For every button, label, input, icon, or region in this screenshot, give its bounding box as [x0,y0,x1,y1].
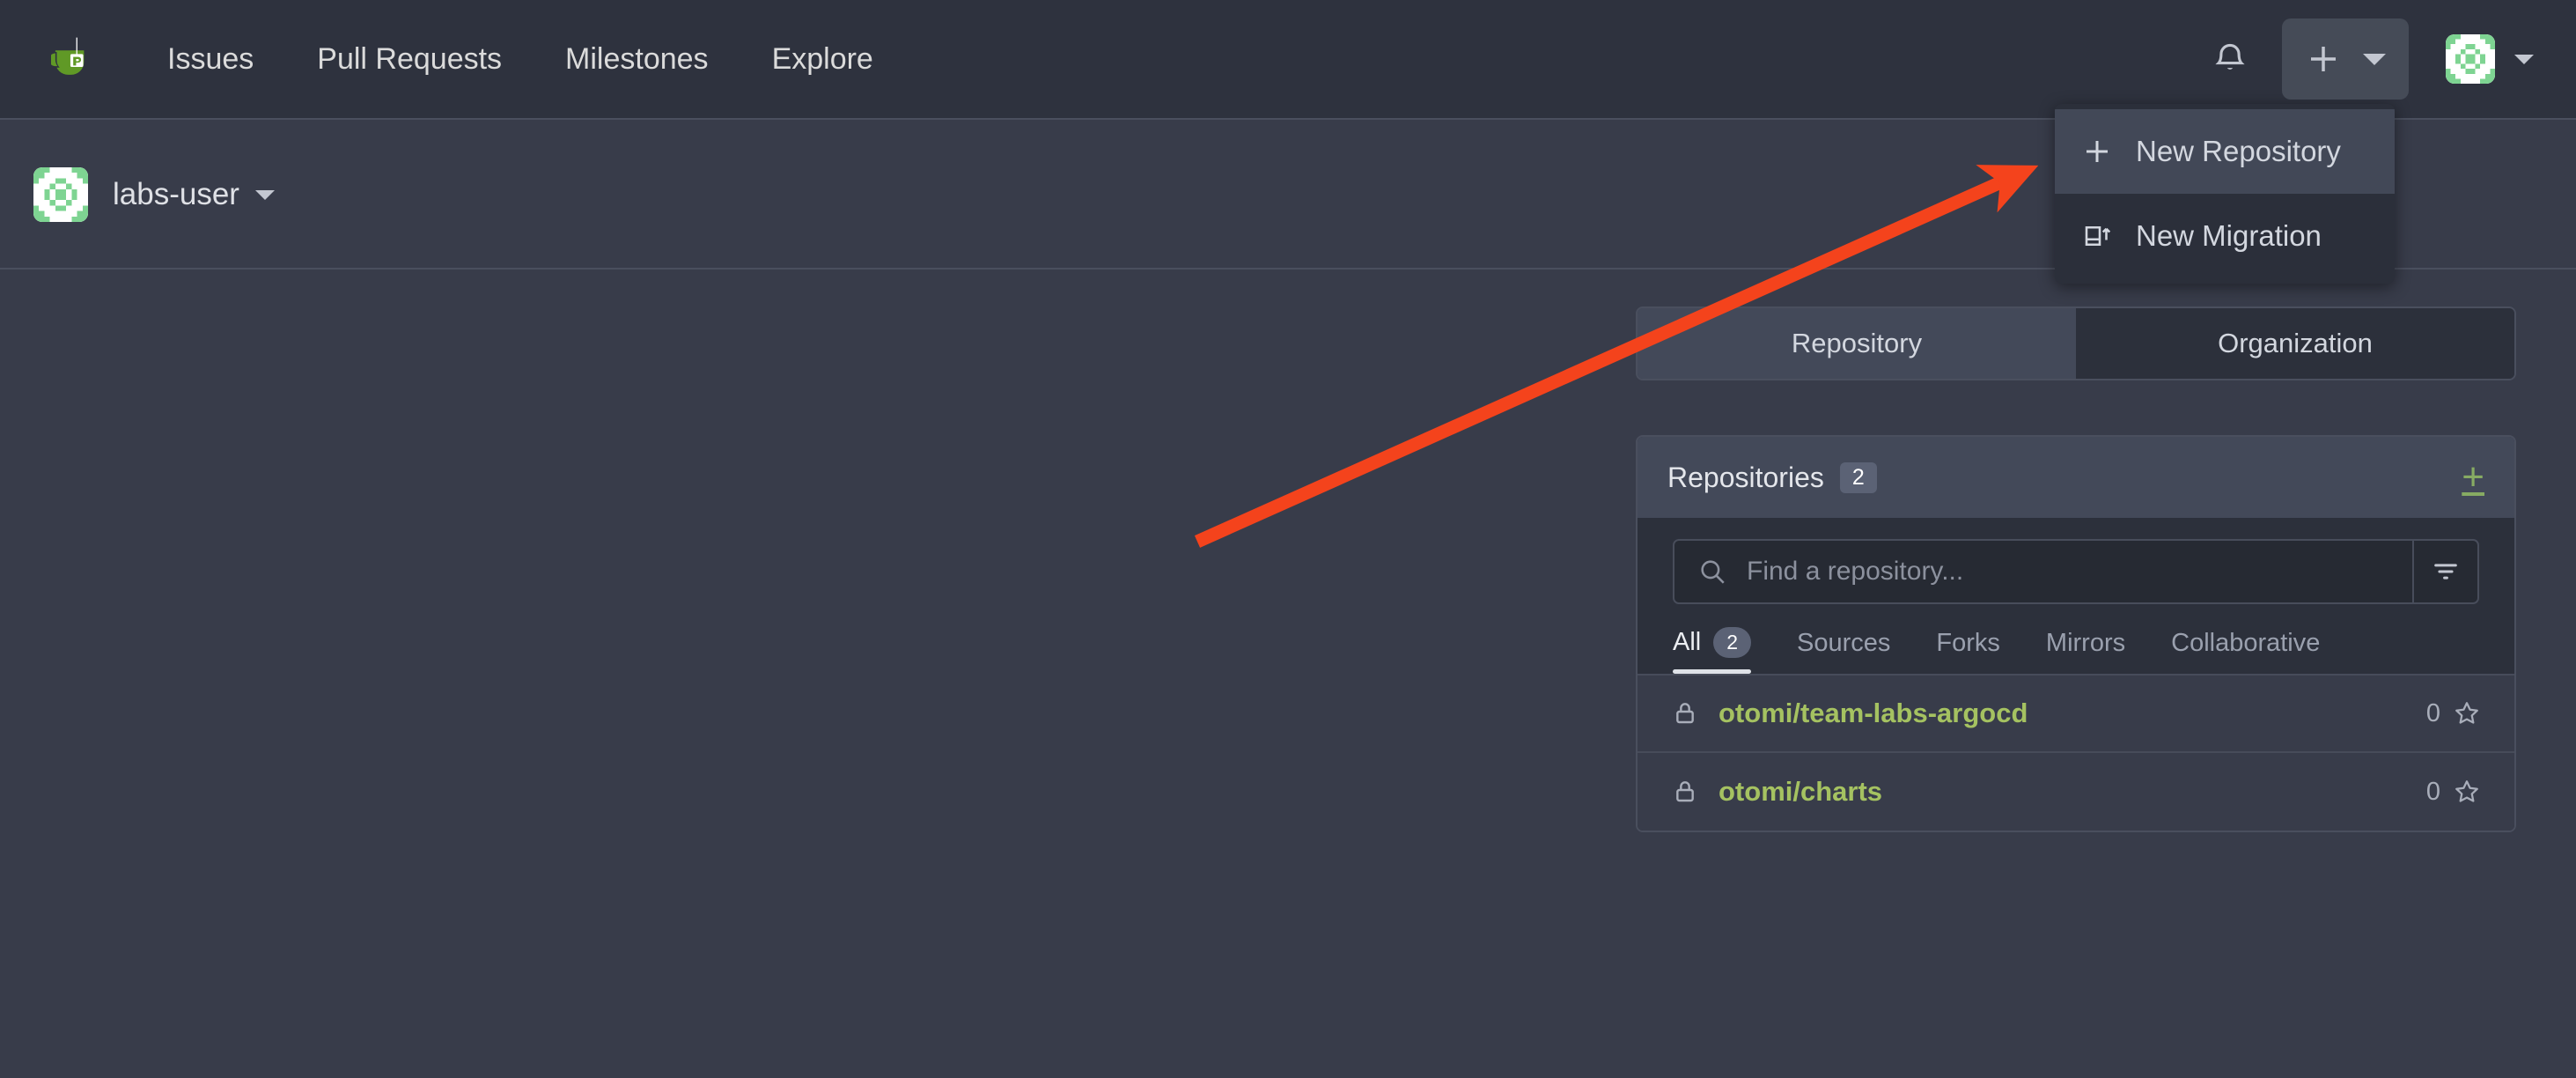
filter-tab-label: All [1673,628,1701,657]
nav-link-pull-requests[interactable]: Pull Requests [285,0,534,119]
filter-tab-label: Mirrors [2046,629,2125,658]
dashboard-right-column: Repository Organization Repositories 2 +… [1636,306,2516,832]
filter-tab-label: Forks [1936,629,2000,658]
menu-item-new-migration[interactable]: New Migration [2055,194,2395,278]
nav-links: Issues Pull Requests Milestones Explore [136,0,905,119]
tab-repository[interactable]: Repository [1638,308,2076,379]
filter-tab-all[interactable]: All 2 [1673,627,1774,674]
repository-filter-tabs: All 2 Sources Forks Mirrors Collaborativ… [1638,604,2514,674]
star-icon [2453,699,2481,727]
tab-label: Organization [2218,328,2373,359]
filter-tab-mirrors[interactable]: Mirrors [2023,629,2148,674]
lock-icon [1671,699,1699,727]
star-counter[interactable]: 0 [2426,778,2481,807]
search-placeholder: Find a repository... [1747,557,1963,587]
top-navbar: Issues Pull Requests Milestones Explore [0,0,2576,120]
repository-search-row: Find a repository... [1638,518,2514,604]
repository-link[interactable]: otomi/charts [1719,776,1882,808]
tab-label: Repository [1792,328,1922,359]
create-new-dropdown-menu: New Repository New Migration [2055,104,2395,284]
table-row[interactable]: otomi/team-labs-argocd 0 [1638,676,2514,753]
repository-filter-button[interactable] [2412,539,2479,604]
new-repository-plus-icon[interactable]: + [2462,458,2484,497]
nav-link-milestones[interactable]: Milestones [534,0,740,119]
filter-tab-collaborative[interactable]: Collaborative [2148,629,2343,674]
menu-item-label: New Repository [2136,135,2341,168]
repositories-panel-header: Repositories 2 + [1638,437,2514,518]
filter-tab-label: Collaborative [2171,629,2320,658]
repository-list: otomi/team-labs-argocd 0 otomi/charts 0 [1638,674,2514,831]
star-counter[interactable]: 0 [2426,699,2481,728]
star-count: 0 [2426,778,2440,807]
star-count: 0 [2426,699,2440,728]
user-name-label[interactable]: labs-user [113,177,239,212]
gitea-teacup-logo-icon[interactable] [49,34,99,84]
repo-migrate-icon [2081,220,2113,252]
chevron-down-icon [2363,54,2386,65]
repositories-panel: Repositories 2 + Find a repository... Al… [1636,435,2516,832]
filter-tab-label: Sources [1797,629,1890,658]
menu-item-new-repository[interactable]: New Repository [2055,109,2395,194]
user-menu-button[interactable] [2446,34,2534,84]
filter-tab-badge: 2 [1713,627,1751,658]
repository-link[interactable]: otomi/team-labs-argocd [1719,698,2028,729]
nav-link-explore[interactable]: Explore [740,0,905,119]
chevron-down-icon[interactable] [255,190,275,200]
menu-item-label: New Migration [2136,219,2322,253]
lock-icon [1671,778,1699,806]
nav-link-issues[interactable]: Issues [136,0,285,119]
table-row[interactable]: otomi/charts 0 [1638,753,2514,831]
repositories-count-badge: 2 [1840,462,1877,493]
star-icon [2453,778,2481,806]
plus-icon [2081,136,2113,167]
notifications-button[interactable] [2199,28,2261,90]
search-input[interactable]: Find a repository... [1673,539,2412,604]
panel-title: Repositories [1667,461,1824,494]
filter-tab-forks[interactable]: Forks [1913,629,2023,674]
tab-organization[interactable]: Organization [2076,308,2514,379]
filter-tab-sources[interactable]: Sources [1774,629,1913,674]
bell-icon [2211,40,2249,78]
plus-icon [2305,41,2342,78]
user-avatar-identicon [2446,34,2495,84]
chevron-down-icon [2514,55,2534,64]
filter-icon [2431,557,2461,587]
create-new-button[interactable] [2282,18,2409,100]
context-switch-tabs: Repository Organization [1636,306,2516,380]
search-icon [1697,557,1727,587]
navbar-right-actions [2199,18,2576,100]
user-avatar-identicon [33,167,88,222]
